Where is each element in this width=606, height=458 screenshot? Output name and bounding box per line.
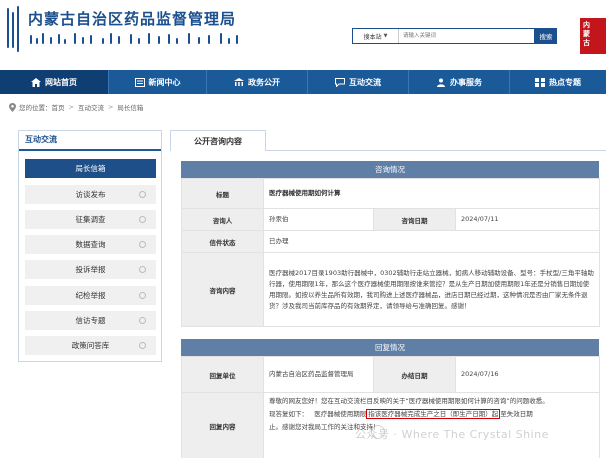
- breadcrumb-prefix: 您的位置：: [19, 104, 52, 112]
- nav-item-label: 网站首页: [45, 77, 77, 87]
- sidebar-item-label: 局长信箱: [75, 164, 106, 173]
- grid-icon: [535, 77, 545, 87]
- sidebar-item-label: 信访专题: [75, 316, 106, 325]
- chat-icon: [335, 77, 345, 87]
- reply-unit: 内蒙古自治区药品监督管理局: [263, 356, 374, 393]
- circle-arrow-icon: [139, 342, 146, 349]
- nav-item-news[interactable]: 新闻中心: [109, 70, 206, 94]
- reply-table: 回复单位 内蒙古自治区药品监督管理局 办结日期 2024/07/16 回复内容 …: [181, 356, 600, 458]
- breadcrumb-item-home[interactable]: 首页: [52, 102, 65, 112]
- completion-date: 2024/07/16: [455, 356, 600, 393]
- sidebar-item-data-query[interactable]: 数据查询: [25, 235, 156, 254]
- location-pin-icon: [9, 102, 16, 112]
- chevron-down-icon: ▼: [383, 33, 388, 39]
- reply-unit-label: 回复单位: [181, 356, 264, 393]
- seal-logo: 内蒙古: [580, 18, 606, 54]
- nav-item-topics[interactable]: 热点专题: [510, 70, 606, 94]
- sidebar-item-label: 访谈发布: [75, 190, 106, 199]
- search-button[interactable]: 搜索: [535, 28, 557, 44]
- circle-arrow-icon: [139, 216, 146, 223]
- circle-arrow-icon: [139, 241, 146, 248]
- letter-status: 已办理: [263, 230, 600, 253]
- nav-item-label: 办事服务: [450, 77, 482, 87]
- consultation-panel: 咨询情况 标题 医疗器械使用期如何计算 咨询人 孙汞伯 咨询日期 2024/07…: [181, 161, 600, 327]
- sidebar-item-complaint[interactable]: 投诉举报: [25, 260, 156, 279]
- sidebar-item-policy-qa[interactable]: 政策问答库: [25, 336, 156, 355]
- consult-date: 2024/07/11: [455, 208, 600, 231]
- search-scope-label: 搜本站: [363, 33, 382, 41]
- nav-item-label: 新闻中心: [148, 77, 181, 87]
- home-icon: [31, 77, 41, 87]
- sidebar-item-mailbox[interactable]: 局长信箱: [25, 159, 156, 178]
- site-header: 内蒙古自治区药品监督管理局 搜本站 ▼ 搜索 内蒙古: [0, 0, 606, 70]
- main-nav: 网站首页 新闻中心 政务公开 互动交流 办事服务 热点专题: [0, 70, 606, 94]
- sidebar-item-petition[interactable]: 信访专题: [25, 311, 156, 330]
- consultation-content: 医疗器械2017目录1903助行器械中，0302辅助行走站立器械，如病人移动辅助…: [263, 252, 600, 327]
- nav-item-government[interactable]: 政务公开: [207, 70, 307, 94]
- completion-date-label: 办结日期: [373, 356, 456, 393]
- mongolian-script-logo: [5, 6, 21, 54]
- sidebar-item-label: 纪检举报: [75, 291, 106, 300]
- search-input[interactable]: [399, 29, 534, 43]
- breadcrumb-item-mailbox[interactable]: 局长信箱: [117, 102, 143, 112]
- sidebar-item-label: 数据查询: [75, 240, 106, 249]
- sidebar-item-interview[interactable]: 访谈发布: [25, 185, 156, 204]
- tab-public-consultation[interactable]: 公开咨询内容: [170, 130, 266, 151]
- title-label: 标题: [181, 178, 264, 209]
- highlighted-phrase: 指该医疗器械完成生产之日（即生产日期）起: [366, 409, 501, 419]
- circle-arrow-icon: [139, 317, 146, 324]
- reply-panel-header: 回复情况: [181, 339, 599, 356]
- person-label: 咨询人: [181, 208, 264, 231]
- news-icon: [134, 77, 145, 87]
- status-label: 信件状态: [181, 230, 264, 253]
- site-title[interactable]: 内蒙古自治区药品监督管理局: [28, 8, 236, 29]
- sidebar-item-label: 征集调查: [75, 215, 106, 224]
- circle-arrow-icon: [139, 191, 146, 198]
- consultation-panel-header: 咨询情况: [181, 161, 599, 178]
- sidebar-item-label: 投诉举报: [75, 265, 106, 274]
- nav-item-label: 政务公开: [248, 77, 280, 87]
- nav-item-label: 互动交流: [349, 77, 381, 87]
- building-icon: [234, 77, 244, 87]
- tab-divider: [266, 150, 606, 151]
- reply-line: 尊敬的网友您好！您在互动交流栏目反映的关于“医疗器械使用期限如何计算的咨询”的问…: [269, 397, 549, 405]
- mongolian-subtitle-graphic: [28, 32, 243, 46]
- nav-item-label: 热点专题: [549, 77, 581, 87]
- consult-date-label: 咨询日期: [373, 208, 456, 231]
- user-icon: [436, 78, 446, 87]
- nav-item-services[interactable]: 办事服务: [409, 70, 509, 94]
- sidebar-item-label: 政策问答库: [71, 341, 110, 350]
- breadcrumb-separator: >: [107, 103, 114, 111]
- content-label: 咨询内容: [181, 252, 264, 327]
- search-box: 搜本站 ▼: [352, 28, 535, 44]
- breadcrumb: 您的位置： 首页 > 互动交流 > 局长信箱: [9, 102, 143, 112]
- consultation-title: 医疗器械使用期如何计算: [263, 178, 600, 209]
- search-scope-select[interactable]: 搜本站 ▼: [353, 29, 399, 43]
- sidebar-item-discipline-report[interactable]: 纪检举报: [25, 286, 156, 305]
- nav-item-home[interactable]: 网站首页: [0, 70, 108, 94]
- reply-content-label: 回复内容: [181, 392, 264, 458]
- breadcrumb-separator: >: [68, 103, 74, 111]
- sidebar: 互动交流 局长信箱 访谈发布 征集调查 数据查询 投诉举报 纪检举报 信访专题 …: [18, 130, 162, 362]
- reply-line: 现答复如下： 医疗器械使用期限 指该医疗器械完成生产之日（即生产日期）起 至失效日期: [269, 409, 533, 419]
- breadcrumb-item-interaction[interactable]: 互动交流: [78, 102, 104, 112]
- watermark: 公众号 · Where The Crystal Shine: [355, 428, 549, 441]
- sidebar-item-survey[interactable]: 征集调查: [25, 210, 156, 229]
- consultant-name: 孙汞伯: [263, 208, 374, 231]
- sidebar-title: 互动交流: [19, 131, 161, 151]
- circle-arrow-icon: [139, 266, 146, 273]
- consultation-table: 标题 医疗器械使用期如何计算 咨询人 孙汞伯 咨询日期 2024/07/11 信…: [181, 178, 600, 327]
- nav-item-interaction[interactable]: 互动交流: [308, 70, 408, 94]
- circle-arrow-icon: [139, 292, 146, 299]
